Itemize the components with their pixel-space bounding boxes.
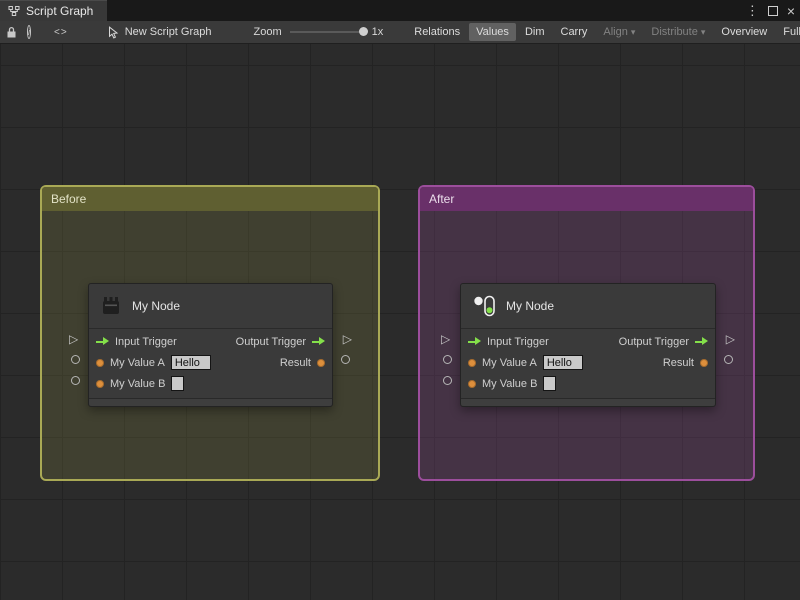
value-a-input[interactable] [542, 355, 583, 370]
group-after-header[interactable]: After [420, 187, 753, 211]
value-b-label: My Value B [482, 377, 538, 390]
tab-script-graph[interactable]: Script Graph [0, 0, 108, 21]
relations-button[interactable]: Relations [407, 23, 467, 41]
value-port-icon[interactable] [468, 379, 476, 388]
port-row-value-a: My Value A Result [461, 352, 715, 373]
input-trigger-label: Input Trigger [115, 335, 177, 348]
script-graph-icon [8, 5, 20, 17]
external-input-value-port[interactable] [71, 355, 80, 364]
window-menu-icon[interactable]: ⋮ [746, 4, 759, 17]
group-after: After ▷ ▷ My Node Input Trigger Output T… [418, 185, 755, 481]
zoom-control: Zoom 1x [254, 26, 384, 38]
graph-toolbar: i <> New Script Graph Zoom 1x Relations … [0, 21, 800, 44]
close-icon[interactable]: × [787, 4, 795, 18]
port-row-value-b: My Value B [89, 373, 332, 394]
result-label: Result [279, 356, 311, 369]
fullscreen-button[interactable]: Full Scr [776, 23, 800, 41]
graph-name-label[interactable]: New Script Graph [125, 26, 212, 38]
external-output-value-port[interactable] [724, 355, 733, 364]
dim-button[interactable]: Dim [518, 23, 552, 41]
group-after-title: After [429, 192, 455, 206]
value-b-input[interactable] [171, 376, 185, 391]
code-view-icon[interactable]: <> [54, 27, 68, 38]
external-input-flow-port[interactable]: ▷ [441, 333, 450, 345]
external-input-value-port[interactable] [443, 376, 452, 385]
value-b-input[interactable] [543, 376, 557, 391]
node-footer [89, 398, 332, 406]
input-trigger-label: Input Trigger [487, 335, 549, 348]
value-port-icon[interactable] [317, 358, 325, 367]
window-controls: ⋮ × [746, 0, 795, 21]
external-output-value-port[interactable] [341, 355, 350, 364]
node-header[interactable]: My Node [89, 284, 332, 329]
tab-bar: Script Graph ⋮ × [0, 0, 800, 21]
chevron-down-icon: ▾ [630, 27, 636, 37]
node-before[interactable]: ▷ ▷ My Node Input Trigger Output Trigger… [69, 283, 352, 407]
flow-arrow-icon[interactable] [96, 337, 109, 346]
node-body[interactable]: My Node Input Trigger Output Trigger My … [88, 283, 333, 407]
external-input-flow-port[interactable]: ▷ [69, 333, 78, 345]
carry-button[interactable]: Carry [554, 23, 595, 41]
graph-name-group: New Script Graph [108, 25, 212, 39]
info-icon[interactable]: i [27, 25, 31, 39]
script-graph-window: Script Graph ⋮ × i <> New Script Graph Z… [0, 0, 800, 600]
chevron-down-icon: ▾ [700, 27, 706, 37]
cursor-icon [108, 25, 119, 39]
old-node-icon [99, 294, 123, 318]
external-input-value-port[interactable] [443, 355, 452, 364]
zoom-value: 1x [371, 26, 384, 38]
zoom-slider[interactable] [289, 27, 368, 36]
value-a-input[interactable] [170, 355, 211, 370]
result-label: Result [662, 356, 694, 369]
align-button: Align ▾ [603, 26, 636, 38]
node-body[interactable]: My Node Input Trigger Output Trigger My … [460, 283, 716, 407]
overview-button[interactable]: Overview [714, 23, 774, 41]
maximize-icon[interactable] [767, 5, 778, 16]
value-port-icon[interactable] [96, 379, 104, 388]
external-output-flow-port[interactable]: ▷ [343, 333, 352, 345]
zoom-label: Zoom [253, 26, 282, 38]
output-trigger-label: Output Trigger [618, 335, 689, 348]
node-after[interactable]: ▷ ▷ My Node Input Trigger Output Trigger… [441, 283, 735, 407]
external-output-flow-port[interactable]: ▷ [726, 333, 735, 345]
port-row-value-a: My Value A Result [89, 352, 332, 373]
port-row-value-b: My Value B [461, 373, 715, 394]
value-port-icon[interactable] [96, 358, 104, 367]
node-ports: Input Trigger Output Trigger My Value A … [89, 329, 332, 394]
values-button[interactable]: Values [469, 23, 516, 41]
port-row-trigger: Input Trigger Output Trigger [461, 331, 715, 352]
flow-arrow-icon[interactable] [312, 337, 325, 346]
distribute-button: Distribute ▾ [651, 26, 706, 38]
value-a-label: My Value A [110, 356, 165, 369]
node-footer [461, 398, 715, 406]
flow-arrow-icon[interactable] [468, 337, 481, 346]
node-title: My Node [506, 299, 555, 313]
value-port-icon[interactable] [468, 358, 476, 367]
new-node-icon [471, 293, 497, 319]
port-row-trigger: Input Trigger Output Trigger [89, 331, 332, 352]
group-before: Before ▷ ▷ My Node Input Trigger Output … [40, 185, 380, 481]
toolbar-buttons: Relations Values Dim Carry Align ▾ Distri… [407, 23, 800, 41]
output-trigger-label: Output Trigger [235, 335, 306, 348]
flow-arrow-icon[interactable] [695, 337, 708, 346]
group-before-header[interactable]: Before [42, 187, 378, 211]
tab-title: Script Graph [26, 4, 94, 18]
zoom-slider-knob[interactable] [358, 27, 368, 36]
node-header[interactable]: My Node [461, 284, 715, 329]
node-ports: Input Trigger Output Trigger My Value A … [461, 329, 715, 394]
value-port-icon[interactable] [700, 358, 708, 367]
lock-icon[interactable] [6, 26, 17, 39]
graph-canvas[interactable]: Before ▷ ▷ My Node Input Trigger Output … [0, 44, 800, 600]
group-before-title: Before [51, 192, 87, 206]
node-title: My Node [132, 299, 181, 313]
value-a-label: My Value A [482, 356, 537, 369]
external-input-value-port[interactable] [71, 376, 80, 385]
value-b-label: My Value B [110, 377, 166, 390]
